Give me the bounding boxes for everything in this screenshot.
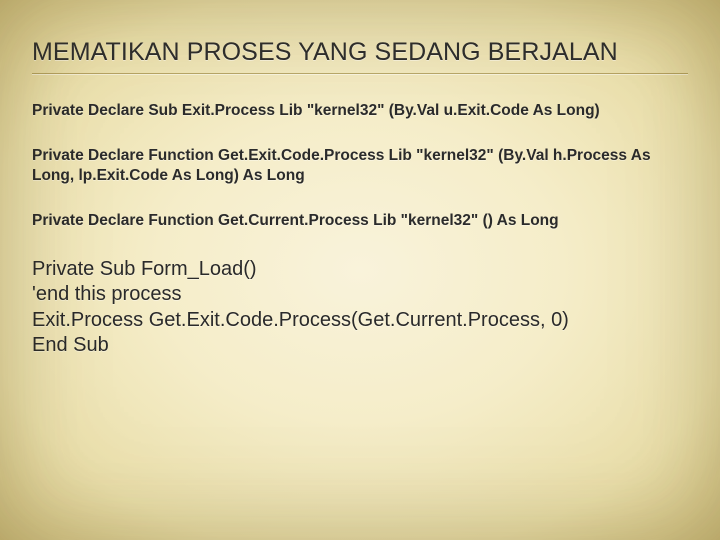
code-line-2: 'end this process <box>32 282 688 308</box>
slide-title: MEMATIKAN PROSES YANG SEDANG BERJALAN <box>32 38 688 67</box>
code-line-1: Private Sub Form_Load() <box>32 257 688 283</box>
code-block: Private Sub Form_Load() 'end this proces… <box>32 257 688 359</box>
declaration-3: Private Declare Function Get.Current.Pro… <box>32 211 688 230</box>
declaration-2: Private Declare Function Get.Exit.Code.P… <box>32 146 688 185</box>
title-underline <box>32 73 688 75</box>
declaration-1: Private Declare Sub Exit.Process Lib "ke… <box>32 101 688 120</box>
code-line-4: End Sub <box>32 333 688 359</box>
code-line-3: Exit.Process Get.Exit.Code.Process(Get.C… <box>32 308 688 334</box>
